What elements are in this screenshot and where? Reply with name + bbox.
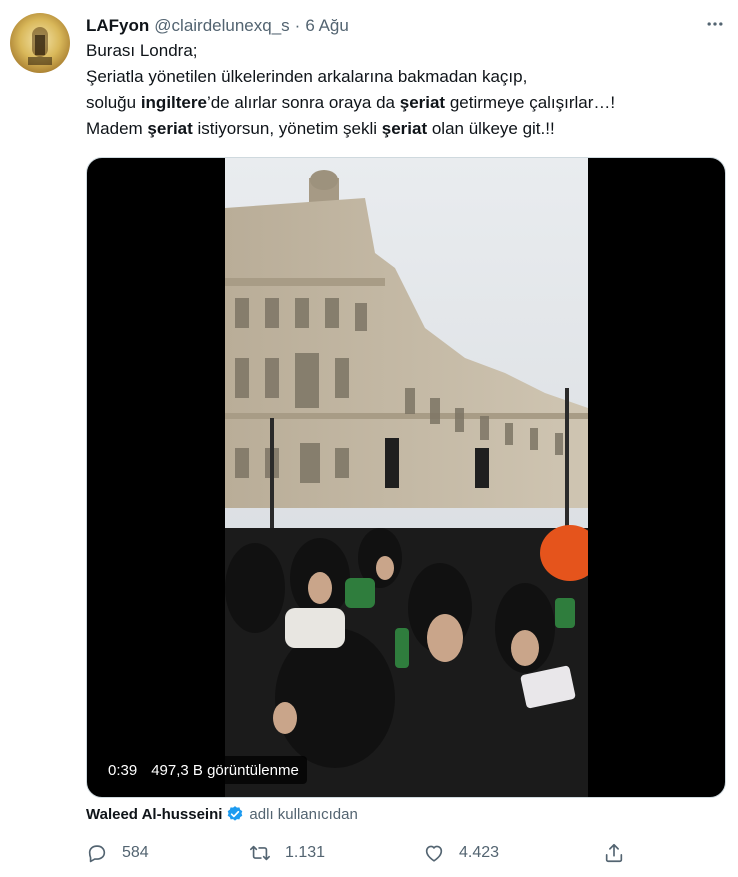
retweet-count: 1.131: [285, 844, 326, 861]
tweet-text-line: Burası Londra;: [86, 41, 198, 60]
tweet-date[interactable]: 6 Ağu: [305, 16, 349, 36]
text-bold-run: şeriat: [381, 119, 428, 138]
video-frame[interactable]: [225, 158, 588, 797]
text-run: Madem: [86, 119, 148, 138]
text-run: olan ülkeye git.!!: [427, 119, 555, 138]
attribution-suffix: adlı kullanıcıdan: [249, 805, 358, 823]
tweet-text: Burası Londra; Şeriatla yönetilen ülkele…: [86, 38, 716, 142]
heart-icon: [425, 845, 443, 862]
more-dots-icon: [707, 22, 723, 26]
tweet-actions: 584 1.131 4.423: [86, 838, 726, 868]
retweet-button[interactable]: 1.131: [249, 838, 325, 868]
like-count: 4.423: [459, 844, 500, 861]
text-run: ’de alırlar sonra oraya da: [206, 93, 400, 112]
text-run: getirmeye çalışırlar…!: [445, 93, 616, 112]
more-button[interactable]: [700, 12, 730, 36]
tweet[interactable]: LAFyon @clairdelunexq_s · 6 Ağu Burası L…: [0, 0, 738, 877]
tweet-text-line: soluğu ingiltere’de alırlar sonra oraya …: [86, 90, 716, 116]
share-icon: [605, 843, 623, 863]
video-info-pill: 0:39 497,3 B görüntülenme: [100, 756, 307, 784]
video-view-count: 497,3 B görüntülenme: [151, 761, 299, 779]
retweet-icon: [250, 845, 270, 861]
like-button[interactable]: 4.423: [423, 838, 499, 868]
verified-badge-icon: [228, 806, 243, 821]
text-bold-run: şeriat: [147, 119, 193, 138]
avatar[interactable]: [10, 13, 70, 73]
video-duration: 0:39: [108, 761, 138, 779]
reply-icon: [88, 845, 106, 863]
text-run: istiyorsun, yönetim şekli: [192, 119, 382, 138]
text-bold-run: ingiltere: [140, 93, 207, 112]
video-attribution: Waleed Al-husseini adlı kullanıcıdan: [86, 803, 358, 825]
text-run: soluğu: [86, 93, 141, 112]
tweet-header: LAFyon @clairdelunexq_s · 6 Ağu: [86, 14, 349, 38]
share-button[interactable]: [603, 838, 639, 868]
video-still-image: [225, 158, 588, 797]
separator-dot: ·: [294, 16, 301, 35]
text-bold-run: şeriat: [399, 93, 446, 112]
reply-button[interactable]: 584: [86, 838, 149, 868]
display-name[interactable]: LAFyon: [86, 16, 149, 36]
avatar-image: [28, 27, 52, 65]
reply-count: 584: [122, 844, 149, 861]
user-handle[interactable]: @clairdelunexq_s: [154, 16, 289, 36]
tweet-text-line: Şeriatla yönetilen ülkelerinden arkaları…: [86, 67, 528, 86]
tweet-text-line: Madem şeriat istiyorsun, yönetim şekli ş…: [86, 116, 716, 142]
attribution-name[interactable]: Waleed Al-husseini: [86, 806, 222, 823]
video-player[interactable]: 0:39 497,3 B görüntülenme: [86, 157, 726, 798]
